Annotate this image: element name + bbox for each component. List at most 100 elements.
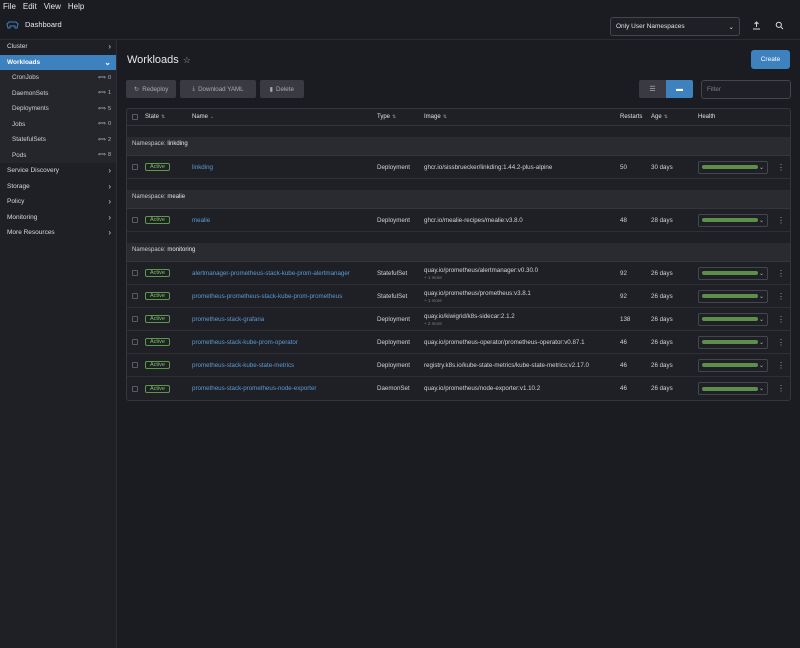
health-dropdown[interactable]: ⌄ — [698, 382, 768, 395]
row-actions-kebab-icon[interactable]: ⋮ — [777, 315, 785, 324]
sidebar-item-storage[interactable]: Storage › — [0, 179, 116, 195]
group-by-namespace-button[interactable]: ▬ — [666, 80, 693, 98]
table-row[interactable]: Active alertmanager-prometheus-stack-kube… — [127, 262, 790, 285]
workload-image: quay.io/kiwigrid/k8s-sidecar:2.1.2 — [424, 312, 515, 320]
workload-name-link[interactable]: prometheus-stack-prometheus-node-exporte… — [192, 385, 317, 392]
chevron-down-icon: ⌄ — [758, 339, 764, 346]
row-actions-kebab-icon[interactable]: ⋮ — [777, 384, 785, 393]
sidebar-item-more-resources[interactable]: More Resources › — [0, 225, 116, 241]
table-row[interactable]: Active prometheus-prometheus-stack-kube-p… — [127, 285, 790, 308]
status-badge: Active — [145, 315, 170, 323]
chevron-right-icon: › — [108, 212, 111, 222]
filter-input[interactable] — [701, 80, 791, 99]
column-name[interactable]: Name ⌄ — [192, 109, 214, 125]
workload-name-link[interactable]: prometheus-stack-kube-state-metrics — [192, 362, 294, 369]
sidebar-item-cronjobs[interactable]: CronJobs ⟺ 0 — [0, 70, 116, 86]
row-actions-kebab-icon[interactable]: ⋮ — [777, 216, 785, 225]
workload-name-link[interactable]: prometheus-prometheus-stack-kube-prom-pr… — [192, 293, 342, 300]
main-content: Workloads ☆ Create ↻ Redeploy ⤓ Download… — [117, 40, 800, 648]
create-button[interactable]: Create — [751, 50, 790, 69]
row-checkbox[interactable] — [132, 270, 138, 276]
redeploy-button[interactable]: ↻ Redeploy — [126, 80, 177, 98]
brand[interactable]: Dashboard — [6, 20, 62, 29]
more-images-link[interactable]: + 1 more — [424, 298, 531, 303]
more-images-link[interactable]: + 2 more — [424, 321, 515, 326]
column-restarts[interactable]: Restarts — [620, 109, 642, 125]
download-yaml-button[interactable]: ⤓ Download YAML — [180, 80, 256, 98]
row-checkbox[interactable] — [132, 362, 138, 368]
restarts-count: 92 — [620, 292, 627, 300]
workload-name-link[interactable]: mealie — [192, 217, 210, 224]
column-health-label: Health — [698, 114, 716, 120]
sidebar-item-label: Service Discovery — [7, 167, 60, 175]
table-row[interactable]: Active linkding Deployment ghcr.io/sissbrue… — [127, 156, 790, 179]
row-actions-kebab-icon[interactable]: ⋮ — [777, 338, 785, 347]
menu-help[interactable]: Help — [68, 2, 84, 11]
workload-name-link[interactable]: alertmanager-prometheus-stack-kube-prom-… — [192, 270, 350, 277]
sidebar-item-workloads[interactable]: Workloads ⌄ — [0, 54, 116, 70]
row-checkbox[interactable] — [132, 293, 138, 299]
sidebar-item-label: CronJobs — [12, 74, 39, 82]
upload-button[interactable] — [749, 19, 763, 33]
menu-file[interactable]: File — [3, 2, 16, 11]
row-checkbox[interactable] — [132, 385, 138, 392]
row-checkbox[interactable] — [132, 339, 138, 345]
column-image[interactable]: Image ⇅ — [424, 109, 447, 125]
sidebar-item-deployments[interactable]: Deployments ⟺ 5 — [0, 101, 116, 117]
row-actions-kebab-icon[interactable]: ⋮ — [777, 269, 785, 278]
workload-name-link[interactable]: prometheus-stack-grafana — [192, 316, 264, 323]
row-actions-kebab-icon[interactable]: ⋮ — [777, 163, 785, 172]
health-dropdown[interactable]: ⌄ — [698, 213, 768, 227]
rancher-logo-icon — [6, 21, 19, 29]
health-dropdown[interactable]: ⌄ — [698, 266, 768, 280]
row-actions-kebab-icon[interactable]: ⋮ — [777, 361, 785, 370]
table-row[interactable]: Active prometheus-stack-grafana Deployment… — [127, 308, 790, 331]
table-row[interactable]: Active prometheus-stack-prometheus-node-e… — [127, 377, 790, 400]
row-actions-kebab-icon[interactable]: ⋮ — [777, 292, 785, 301]
health-bar — [702, 165, 758, 169]
table-row[interactable]: Active prometheus-stack-kube-state-metric… — [127, 354, 790, 377]
delete-button[interactable]: ▮ Delete — [259, 80, 304, 98]
menu-view[interactable]: View — [44, 2, 61, 11]
row-checkbox[interactable] — [132, 164, 138, 170]
chevron-down-icon: ⌄ — [758, 164, 764, 171]
health-dropdown[interactable]: ⌄ — [698, 335, 768, 349]
column-restarts-label: Restarts — [620, 114, 643, 120]
table-row[interactable]: Active prometheus-stack-kube-prom-operato… — [127, 331, 790, 354]
trash-icon: ▮ — [269, 85, 274, 93]
namespace-group-header: Namespace: mealie — [127, 179, 790, 209]
select-all-checkbox[interactable] — [132, 114, 138, 120]
sidebar-item-policy[interactable]: Policy › — [0, 194, 116, 210]
workload-name-link[interactable]: prometheus-stack-kube-prom-operator — [192, 339, 298, 346]
column-state[interactable]: State ⇅ — [145, 109, 165, 125]
column-image-label: Image — [424, 114, 441, 120]
chevron-right-icon: › — [108, 197, 111, 207]
health-dropdown[interactable]: ⌄ — [698, 160, 768, 174]
column-type[interactable]: Type ⇅ — [377, 109, 396, 125]
health-dropdown[interactable]: ⌄ — [698, 312, 768, 326]
column-age[interactable]: Age ⇅ — [651, 109, 668, 125]
row-checkbox[interactable] — [132, 217, 138, 223]
sidebar-item-service-discovery[interactable]: Service Discovery › — [0, 163, 116, 179]
sidebar-item-daemonsets[interactable]: DaemonSets ⟺ 1 — [0, 85, 116, 101]
sidebar-item-jobs[interactable]: Jobs ⟺ 0 — [0, 116, 116, 132]
sidebar-item-pods[interactable]: Pods ⟺ 8 — [0, 147, 116, 163]
menu-edit[interactable]: Edit — [23, 2, 37, 11]
health-dropdown[interactable]: ⌄ — [698, 358, 768, 372]
search-button[interactable] — [772, 19, 786, 33]
health-dropdown[interactable]: ⌄ — [698, 289, 768, 303]
sidebar-item-monitoring[interactable]: Monitoring › — [0, 210, 116, 226]
status-badge: Active — [145, 338, 170, 346]
sidebar-item-cluster[interactable]: Cluster › — [0, 39, 116, 55]
namespace-select[interactable]: Only User Namespaces ⌄ — [610, 17, 740, 36]
sidebar-item-statefulsets[interactable]: StatefulSets ⟺ 2 — [0, 132, 116, 148]
list-view-button[interactable]: ☰ — [639, 80, 666, 98]
table-row[interactable]: Active mealie Deployment ghcr.io/mealie-rec… — [127, 209, 790, 232]
restarts-count: 46 — [620, 385, 627, 392]
resource-count: 0 — [107, 121, 111, 128]
row-checkbox[interactable] — [132, 316, 138, 322]
more-images-link[interactable]: + 1 more — [424, 275, 538, 280]
star-icon[interactable]: ☆ — [183, 55, 191, 66]
namespaced-icon: ⟺ — [98, 152, 106, 159]
workload-name-link[interactable]: linkding — [192, 164, 213, 171]
